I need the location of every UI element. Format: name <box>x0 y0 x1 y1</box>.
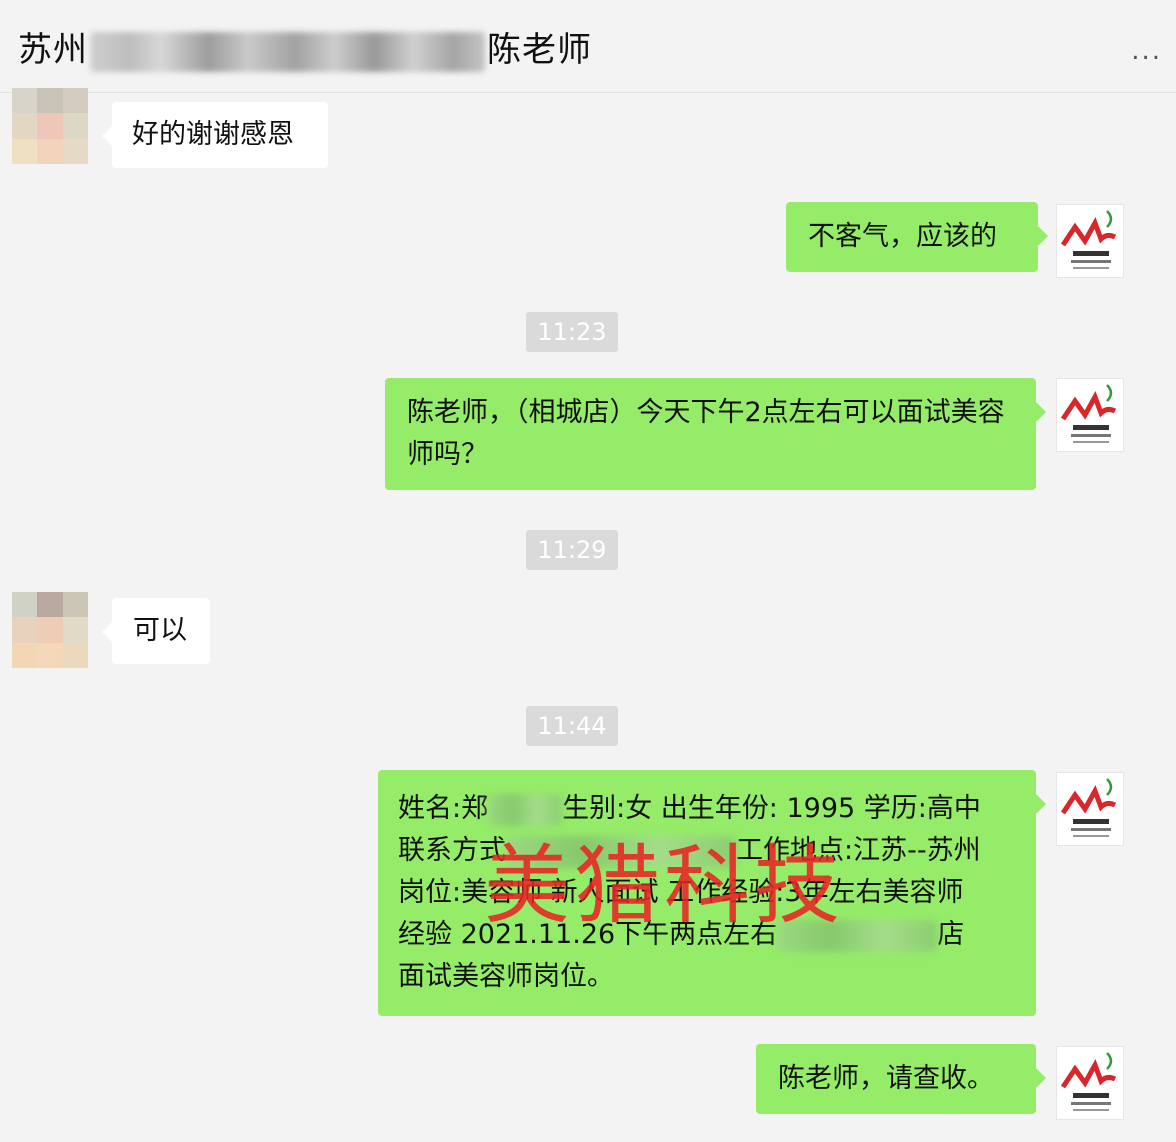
user-avatar[interactable] <box>1056 204 1124 278</box>
user-avatar[interactable] <box>1056 1046 1124 1120</box>
message-text: 好的谢谢感恩 <box>132 119 294 150</box>
timestamp: 11:23 <box>526 312 618 352</box>
outgoing-message[interactable]: 陈老师，（相城店）今天下午2点左右可以面试美容师吗？ <box>385 378 1046 490</box>
incoming-message[interactable]: 可以 <box>102 598 210 664</box>
message-line: 岗位:美容师 新人面试 工作经验:3年左右美容师 <box>398 877 964 908</box>
message-line: 联系方式 工作地点:江苏--苏州 <box>398 835 981 868</box>
user-avatar[interactable] <box>1056 772 1124 846</box>
chat-header: 苏州 陈老师 ... <box>0 0 1176 93</box>
outgoing-message[interactable]: 不客气，应该的 <box>786 202 1048 272</box>
brand-logo-icon <box>1060 1052 1117 1111</box>
contact-avatar[interactable] <box>12 88 88 164</box>
user-avatar[interactable] <box>1056 378 1124 452</box>
chat-title-prefix: 苏州 <box>18 30 88 70</box>
brand-logo-icon <box>1060 384 1117 443</box>
redacted-text <box>488 793 563 826</box>
more-options-button[interactable]: ... <box>1131 36 1162 66</box>
redacted-text <box>777 919 938 952</box>
message-text: 可以 <box>133 615 187 646</box>
brand-logo-icon <box>1060 210 1117 269</box>
message-text: 陈老师，请查收。 <box>778 1063 994 1094</box>
message-line: 面试美容师岗位。 <box>398 961 614 992</box>
message-line: 经验 2021.11.26下午两点左右店 <box>398 919 965 952</box>
timestamp: 11:44 <box>526 706 618 746</box>
message-line: 姓名:郑 生别:女 出生年份: 1995 学历:高中 <box>398 793 981 826</box>
incoming-message[interactable]: 好的谢谢感恩 <box>102 102 328 168</box>
brand-logo-icon <box>1060 778 1117 837</box>
timestamp: 11:29 <box>526 530 618 570</box>
redacted-text <box>506 835 736 868</box>
contact-avatar[interactable] <box>12 592 88 668</box>
outgoing-message[interactable]: 陈老师，请查收。 <box>756 1044 1046 1114</box>
chat-title-suffix: 陈老师 <box>487 30 592 70</box>
message-text: 不客气，应该的 <box>808 221 997 252</box>
redacted-name <box>90 31 485 72</box>
message-text: 陈老师，（相城店）今天下午2点左右可以面试美容师吗？ <box>407 397 1005 470</box>
outgoing-message[interactable]: 姓名:郑 生别:女 出生年份: 1995 学历:高中 联系方式 工作地点:江苏--苏… <box>378 770 1046 1016</box>
chat-title: 苏州 陈老师 <box>18 22 592 72</box>
